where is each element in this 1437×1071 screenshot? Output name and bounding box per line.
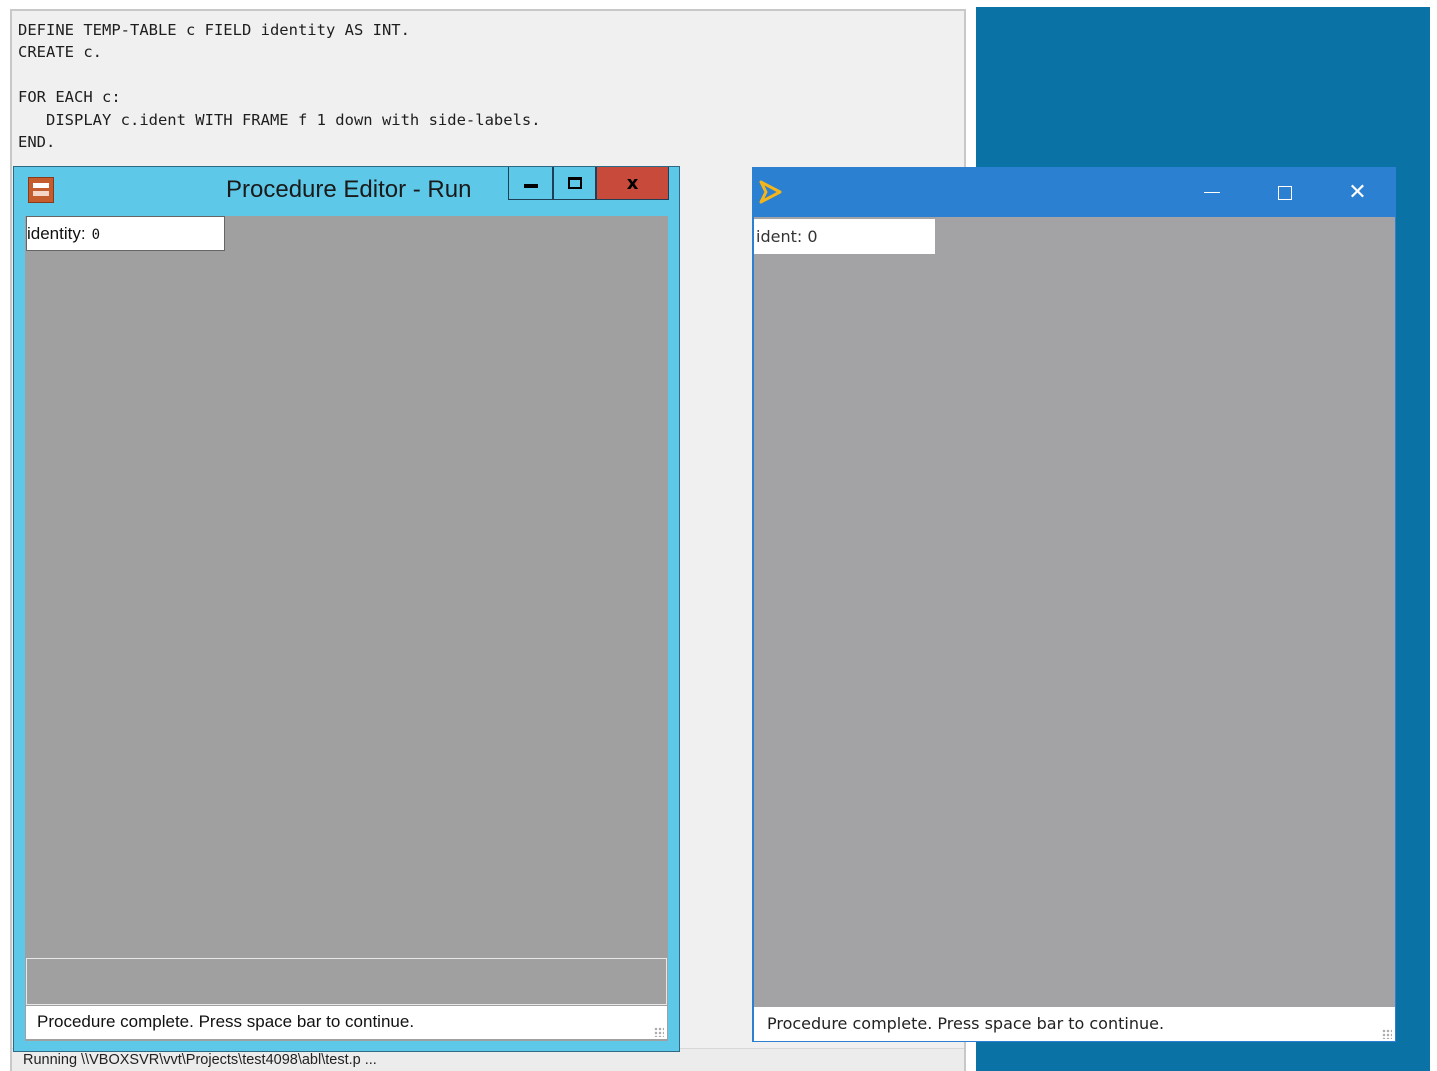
code-line: DEFINE TEMP-TABLE c FIELD identity AS IN… — [18, 21, 410, 39]
resize-grip-icon[interactable] — [654, 1027, 664, 1037]
frame-client-area: identity: 0 Procedure complete. Press spa… — [25, 216, 668, 1041]
maximize-icon — [567, 177, 582, 189]
field-value: 0 — [807, 227, 818, 246]
resize-grip-icon[interactable] — [1382, 1029, 1392, 1039]
run-window-right: ✕ ident: 0 Procedure complete. Press spa… — [752, 167, 1396, 1042]
minimize-button[interactable] — [1175, 168, 1248, 217]
run-window-left: Procedure Editor - Run x identity: 0 Proc… — [13, 166, 680, 1052]
ident-field[interactable]: ident: 0 — [754, 219, 935, 254]
minimize-icon — [523, 184, 538, 188]
code-line: CREATE c. — [18, 43, 102, 62]
title-bar[interactable]: ✕ — [753, 168, 1395, 217]
maximize-icon — [1277, 185, 1292, 200]
maximize-button[interactable] — [553, 167, 596, 200]
message-line: Procedure complete. Press space bar to c… — [754, 1007, 1395, 1041]
code-editor[interactable]: DEFINE TEMP-TABLE c FIELD identity AS IN… — [18, 19, 541, 153]
code-line: END. — [18, 133, 56, 152]
status-text: Running \\VBOXSVR\vvt\Projects\test4098\… — [23, 1052, 377, 1068]
field-value: 0 — [91, 227, 101, 243]
minimize-button[interactable] — [508, 167, 553, 200]
close-icon: ✕ — [1348, 180, 1367, 205]
close-button[interactable]: ✕ — [1321, 168, 1394, 217]
close-button[interactable]: x — [596, 167, 669, 200]
message-text: Procedure complete. Press space bar to c… — [767, 1014, 1165, 1033]
field-label: identity: — [27, 224, 86, 243]
close-icon: x — [626, 172, 639, 194]
window-title: Procedure Editor - Run — [226, 176, 472, 203]
field-label: ident: — [756, 227, 803, 246]
progress-run-arrow-icon[interactable] — [758, 180, 782, 204]
message-area — [26, 958, 667, 1005]
maximize-button[interactable] — [1248, 168, 1321, 217]
code-line: DISPLAY c.ident WITH FRAME f 1 down with… — [18, 110, 541, 129]
message-text: Procedure complete. Press space bar to c… — [37, 1012, 415, 1031]
identity-field[interactable]: identity: 0 — [26, 216, 225, 251]
code-line: FOR EACH c: — [18, 88, 121, 107]
frame-client-area: ident: 0 Procedure complete. Press space… — [754, 217, 1395, 1041]
minimize-icon — [1203, 192, 1220, 193]
message-line: Procedure complete. Press space bar to c… — [26, 1006, 667, 1039]
